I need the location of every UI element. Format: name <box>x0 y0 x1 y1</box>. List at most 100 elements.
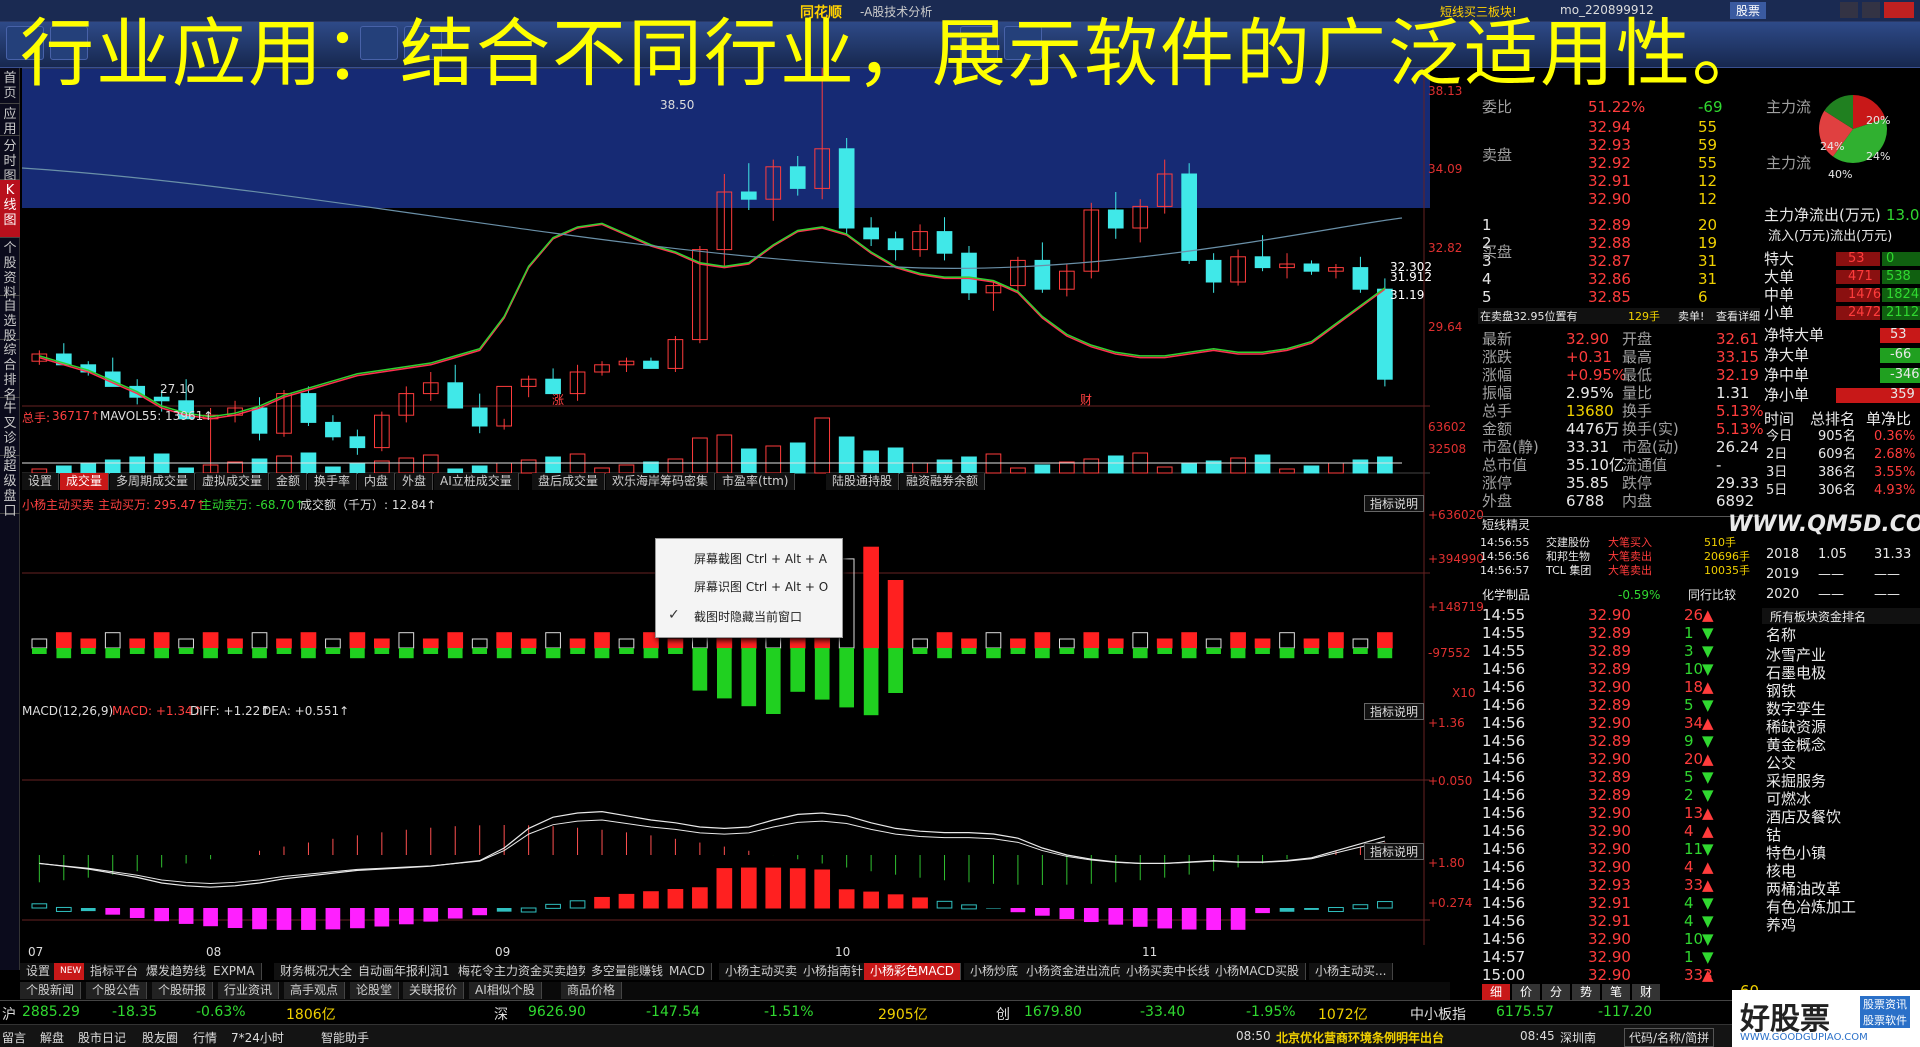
indicator-tab-8[interactable]: AI立桩成交量 <box>434 473 519 490</box>
indicator-tab-13[interactable]: 融资融券余额 <box>900 473 986 490</box>
peer-compare-button[interactable]: 同行比较 <box>1688 586 1736 604</box>
indicator-tab-11[interactable]: 市盈率(ttm) <box>716 473 796 490</box>
color-bar <box>1132 908 1148 927</box>
indicator-tab-12[interactable]: 陆股通持股 <box>826 473 900 490</box>
index-name[interactable]: 创 <box>996 1004 1010 1024</box>
menu-screenshot[interactable]: 屏幕截图 Ctrl + Alt + A <box>656 545 842 573</box>
status-item-0[interactable]: 留言 <box>2 1029 26 1046</box>
info-tab-2[interactable]: 个股研报 <box>152 982 214 999</box>
detail-tab-1[interactable]: 价 <box>1512 984 1540 1000</box>
indicator-tab2-17[interactable]: 小杨主动买... <box>1309 963 1394 980</box>
indicator-tab2-4[interactable]: EXPMA <box>207 963 262 980</box>
minimize-icon[interactable] <box>1840 2 1858 18</box>
code-search-input[interactable]: 代码/名称/简拼 <box>1624 1028 1715 1047</box>
indicator-tab-4[interactable]: 金额 <box>270 473 308 490</box>
index-name[interactable]: 深 <box>494 1004 508 1024</box>
status-item-1[interactable]: 解盘 <box>40 1029 64 1046</box>
indicator-tab-5[interactable]: 换手率 <box>308 473 358 490</box>
volume-bar <box>129 456 146 474</box>
indicator-tab2-2[interactable]: 指标平台 <box>84 963 146 980</box>
indicator-tab2-15[interactable]: 小杨买卖中长线 <box>1120 963 1218 980</box>
index-name[interactable]: 沪 <box>2 1004 16 1024</box>
color-bar <box>325 908 341 930</box>
menu-image-recognize[interactable]: 屏幕识图 Ctrl + Alt + O <box>656 573 842 601</box>
index-amount: 2905亿 <box>878 1007 928 1023</box>
info-tab-6[interactable]: 关联报价 <box>403 982 465 999</box>
ind3-help-button[interactable]: 指标说明 <box>1364 843 1425 860</box>
indicator-tab2-5[interactable]: 财务概况大全 <box>274 963 360 980</box>
color-bar <box>692 887 708 909</box>
info-tab-0[interactable]: 个股新闻 <box>20 982 82 999</box>
index-name[interactable]: 中小板指 <box>1410 1004 1466 1024</box>
left-tab-8[interactable]: 超级盘口 <box>0 456 20 519</box>
left-tab-5[interactable]: 自选股 <box>0 296 20 344</box>
menu-hide-window[interactable]: 截图时隐藏当前窗口 <box>656 603 842 631</box>
indicator-tab2-9[interactable]: MACD <box>663 963 712 980</box>
indicator-tab-3[interactable]: 虚拟成交量 <box>196 473 270 490</box>
shortline-cell[interactable]: TCL 集团 <box>1546 562 1591 580</box>
info-tab-5[interactable]: 论股堂 <box>350 982 400 999</box>
color-bar <box>912 897 928 909</box>
info-tab-4[interactable]: 高手观点 <box>284 982 346 999</box>
status-item-2[interactable]: 股市日记 <box>78 1029 126 1046</box>
indicator-tab2-6[interactable]: 自动画年报利润1 <box>352 963 457 980</box>
left-tab-1[interactable]: 应用 <box>0 104 20 137</box>
news-headline[interactable]: 北京优化营商环境条例明年出台 <box>1276 1029 1444 1046</box>
indicator-tab-9[interactable]: 盘后成交量 <box>532 473 606 490</box>
left-tab-7[interactable]: 牛叉诊股 <box>0 398 20 461</box>
close-icon[interactable] <box>1884 2 1914 18</box>
buy-bar <box>618 638 635 649</box>
event-marker-2[interactable]: 财 <box>1080 391 1092 408</box>
tick-volume: 4 <box>1684 858 1694 876</box>
color-bar <box>374 908 390 927</box>
indicator-tab2-14[interactable]: 小杨资金进出流向 <box>1020 963 1130 980</box>
buy-bar <box>545 632 561 649</box>
status-item-5[interactable]: 7*24小时 <box>231 1029 284 1046</box>
detail-tab-5[interactable]: 财 <box>1632 984 1660 1000</box>
indicator-tab2-7[interactable]: 梅花令主力资金买卖趋势 <box>452 963 598 980</box>
indicator-tab2-0[interactable]: 设置 <box>20 963 58 980</box>
detail-tab-0[interactable]: 细 <box>1482 984 1510 1000</box>
indicator-tab2-10[interactable]: 小杨主动买卖 <box>719 963 805 980</box>
detail-tab-3[interactable]: 势 <box>1572 984 1600 1000</box>
ind1-help-button[interactable]: 指标说明 <box>1364 495 1425 512</box>
indicator-tab-6[interactable]: 内盘 <box>358 473 396 490</box>
indicator-tab-1[interactable]: 成交量 <box>60 473 110 490</box>
color-bar <box>1352 904 1369 910</box>
detail-tab-2[interactable]: 分 <box>1542 984 1570 1000</box>
left-tab-0[interactable]: 首页 <box>0 68 20 104</box>
indicator-tab2-8[interactable]: 多空量能赚钱 <box>585 963 671 980</box>
indicator-tab-2[interactable]: 多周期成交量 <box>110 473 196 490</box>
k-line-chart-area[interactable] <box>22 68 1430 963</box>
indicator-tab-10[interactable]: 欢乐海岸筹码密集 <box>606 473 716 490</box>
indicator-tab-7[interactable]: 外盘 <box>396 473 434 490</box>
indicator-tab-0[interactable]: 设置 <box>22 473 60 490</box>
left-tab-6[interactable]: 综合排名 <box>0 340 20 403</box>
color-bar <box>154 908 169 922</box>
maximize-icon[interactable] <box>1862 2 1880 18</box>
info-tab-1[interactable]: 个股公告 <box>86 982 148 999</box>
macd-help-button[interactable]: 指标说明 <box>1364 703 1425 720</box>
indicator-tab2-12[interactable]: 小杨彩色MACD <box>864 963 961 980</box>
color-bar <box>1059 908 1075 920</box>
info-tab-7[interactable]: AI相似个股 <box>469 982 542 999</box>
left-tab-4[interactable]: 个股资料 <box>0 238 20 301</box>
info-tab-8[interactable]: 商品价格 <box>561 982 623 999</box>
sector-item: 钢铁 <box>1766 682 1797 700</box>
info-tab-3[interactable]: 行业资讯 <box>218 982 280 999</box>
indicator-tab2-16[interactable]: 小杨MACD买股 <box>1209 963 1306 980</box>
index-percent: -0.63% <box>196 1004 246 1020</box>
indicator-tab2-13[interactable]: 小杨炒底 <box>964 963 1026 980</box>
event-marker-1[interactable]: 涨 <box>552 391 564 408</box>
left-tab-3[interactable]: K线图 <box>0 180 20 238</box>
status-item-3[interactable]: 股友圈 <box>142 1029 178 1046</box>
left-tab-2[interactable]: 分时图 <box>0 136 20 184</box>
indicator-tab2-3[interactable]: 爆发趋势线 <box>140 963 214 980</box>
dea-value: DEA: +0.551↑ <box>262 704 350 718</box>
pending-volume: 129手 <box>1628 310 1660 323</box>
status-item-6[interactable]: 智能助手 <box>321 1029 369 1046</box>
detail-tab-4[interactable]: 笔 <box>1602 984 1630 1000</box>
indicator-tab2-11[interactable]: 小杨指南针 <box>797 963 871 980</box>
status-item-4[interactable]: 行情 <box>193 1029 217 1046</box>
view-detail-link[interactable]: 查看详细 <box>1716 308 1760 326</box>
